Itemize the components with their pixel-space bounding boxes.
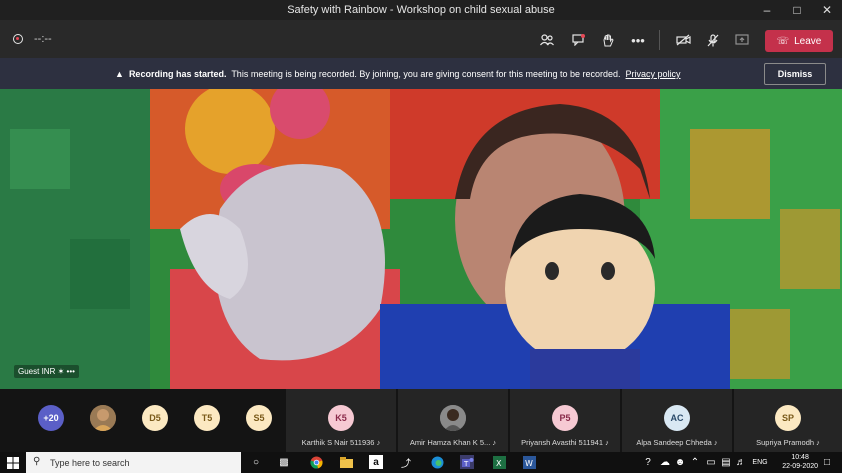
avatar: SP <box>775 405 801 431</box>
participant-name: Amir Hamza Khan K 5... ♪ <box>409 438 497 447</box>
recording-banner: ▲ Recording has started. This meeting is… <box>0 58 842 89</box>
hang-up-icon: ☏ <box>776 35 790 47</box>
main-video: Guest INR ✶ ••• <box>0 89 842 389</box>
toolbar-divider <box>659 30 660 50</box>
participant-name: Supriya Pramodh ♪ <box>756 438 820 447</box>
more-participants-button[interactable]: +20 <box>38 405 64 431</box>
maximize-icon[interactable]: □ <box>782 0 812 20</box>
task-view-icon[interactable]: ▩ <box>277 455 291 469</box>
volume-icon[interactable]: ♬ <box>734 455 748 469</box>
camera-off-icon[interactable] <box>673 30 693 50</box>
guest-name: Guest INR <box>18 367 56 376</box>
avatar: AC <box>664 405 690 431</box>
avatar-image <box>440 405 466 431</box>
help-icon[interactable]: ? <box>641 455 655 469</box>
chrome-icon[interactable] <box>309 455 323 469</box>
participant-avatar-s5[interactable]: S5 <box>246 405 272 431</box>
avatar-image <box>90 405 116 431</box>
mic-off-icon: ♪ <box>492 438 497 447</box>
participant-photo-avatar[interactable] <box>90 405 116 431</box>
search-icon: ⚲ <box>33 456 41 467</box>
mic-off-icon: ♪ <box>713 438 718 447</box>
participant-tile[interactable]: SP Supriya Pramodh ♪ <box>734 389 842 452</box>
svg-text:T: T <box>463 460 469 468</box>
teams-icon[interactable]: T <box>460 455 474 469</box>
minimize-icon[interactable]: – <box>752 0 782 20</box>
participant-strip: +20 D5 T5 S5 K5 Karthik S Nair 511936 ♪ … <box>0 389 842 452</box>
app-icon[interactable]: ⤴ <box>399 455 413 470</box>
leave-label: Leave <box>794 35 822 47</box>
recording-icon <box>13 34 23 44</box>
video-participant-label: Guest INR ✶ ••• <box>14 365 79 378</box>
search-placeholder: Type here to search <box>50 457 130 468</box>
banner-title: Recording has started. <box>128 69 227 79</box>
title-bar: Safety with Rainbow - Workshop on child … <box>0 0 842 20</box>
svg-text:W: W <box>525 459 533 468</box>
participant-tile[interactable]: AC Alpa Sandeep Chheda ♪ <box>622 389 732 452</box>
banner-body: This meeting is being recorded. By joini… <box>231 69 621 79</box>
close-icon[interactable]: ✕ <box>812 0 842 20</box>
mic-off-icon: ♪ <box>816 438 820 447</box>
network-icon[interactable]: ▤ <box>719 455 733 469</box>
word-icon[interactable]: W <box>522 455 536 469</box>
windows-taskbar: ⚲ Type here to search ○ ▩ a ⤴ T X W ? ☁ … <box>0 452 842 473</box>
file-explorer-icon[interactable] <box>339 455 353 469</box>
dismiss-button[interactable]: Dismiss <box>764 63 826 85</box>
windows-start-icon[interactable] <box>6 456 20 470</box>
excel-icon[interactable]: X <box>492 455 506 469</box>
share-screen-icon[interactable] <box>732 30 752 50</box>
notifications-icon[interactable]: □ <box>820 455 834 469</box>
participant-name: Karthik S Nair 511936 ♪ <box>301 438 381 447</box>
leave-button[interactable]: ☏ Leave <box>765 30 833 52</box>
window-title: Safety with Rainbow - Workshop on child … <box>287 4 555 16</box>
clock-time: 10:48 <box>791 454 809 461</box>
people-icon[interactable]: ☻ <box>673 455 687 469</box>
amazon-icon[interactable]: a <box>369 455 383 469</box>
banner-message: ▲ Recording has started. This meeting is… <box>115 69 681 79</box>
tile-more-icon[interactable]: ••• <box>67 367 75 376</box>
mic-off-icon: ♪ <box>605 438 609 447</box>
meeting-toolbar: --:-- ••• ☏ Leave <box>0 20 842 58</box>
participant-tile[interactable]: K5 Karthik S Nair 511936 ♪ <box>286 389 396 452</box>
edge-icon[interactable] <box>430 455 444 469</box>
avatar: K5 <box>328 405 354 431</box>
meeting-timer: --:-- <box>34 33 52 45</box>
participant-tile[interactable]: P5 Priyansh Avasthi 511941 ♪ <box>510 389 620 452</box>
participant-avatar-d5[interactable]: D5 <box>142 405 168 431</box>
participant-name: Priyansh Avasthi 511941 ♪ <box>521 438 609 447</box>
battery-icon[interactable]: ▭ <box>704 455 718 469</box>
avatar <box>440 405 466 431</box>
avatar: P5 <box>552 405 578 431</box>
video-feed <box>0 89 842 389</box>
participants-icon[interactable] <box>537 30 557 50</box>
privacy-policy-link[interactable]: Privacy policy <box>626 69 681 79</box>
warning-icon: ▲ <box>115 69 124 79</box>
participant-tile[interactable]: Amir Hamza Khan K 5... ♪ <box>398 389 508 452</box>
chat-icon[interactable] <box>568 30 588 50</box>
pin-icon: ✶ <box>57 367 65 376</box>
cortana-icon[interactable]: ○ <box>249 455 263 469</box>
taskbar-search-box[interactable]: ⚲ Type here to search <box>26 452 241 473</box>
participant-avatar-t5[interactable]: T5 <box>194 405 220 431</box>
mic-off-icon: ♪ <box>376 438 381 447</box>
show-hidden-icons-icon[interactable]: ⌃ <box>688 455 702 469</box>
system-clock[interactable]: 10:48 22-09-2020 <box>782 453 818 471</box>
mic-off-icon[interactable] <box>703 30 723 50</box>
language-indicator[interactable]: ENG <box>749 455 771 469</box>
window-controls: – □ ✕ <box>752 0 842 20</box>
participant-name: Alpa Sandeep Chheda ♪ <box>636 438 718 447</box>
raise-hand-icon[interactable] <box>598 30 618 50</box>
svg-text:X: X <box>496 459 502 468</box>
more-options-icon[interactable]: ••• <box>628 30 648 50</box>
weather-icon[interactable]: ☁ <box>658 455 672 469</box>
clock-date: 22-09-2020 <box>782 463 818 470</box>
